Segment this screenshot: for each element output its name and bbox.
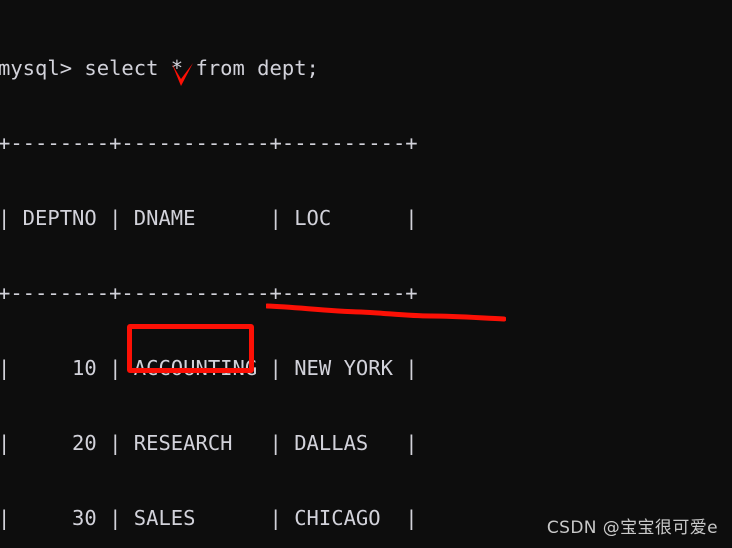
terminal-line: mysql> select * from dept; (0, 56, 319, 80)
csdn-watermark: CSDN @宝宝很可爱e (546, 518, 718, 538)
terminal-line: | 20 | RESEARCH | DALLAS | (0, 431, 418, 455)
terminal-line: | 10 | ACCOUNTING | NEW YORK | (0, 356, 418, 380)
terminal-screen: mysql> select * from dept; +--------+---… (0, 0, 732, 548)
terminal-line: +--------+------------+----------+ (0, 131, 418, 155)
terminal-line: | DEPTNO | DNAME | LOC | (0, 206, 418, 230)
terminal-line: +--------+------------+----------+ (0, 281, 418, 305)
terminal-output[interactable]: mysql> select * from dept; +--------+---… (0, 6, 732, 548)
